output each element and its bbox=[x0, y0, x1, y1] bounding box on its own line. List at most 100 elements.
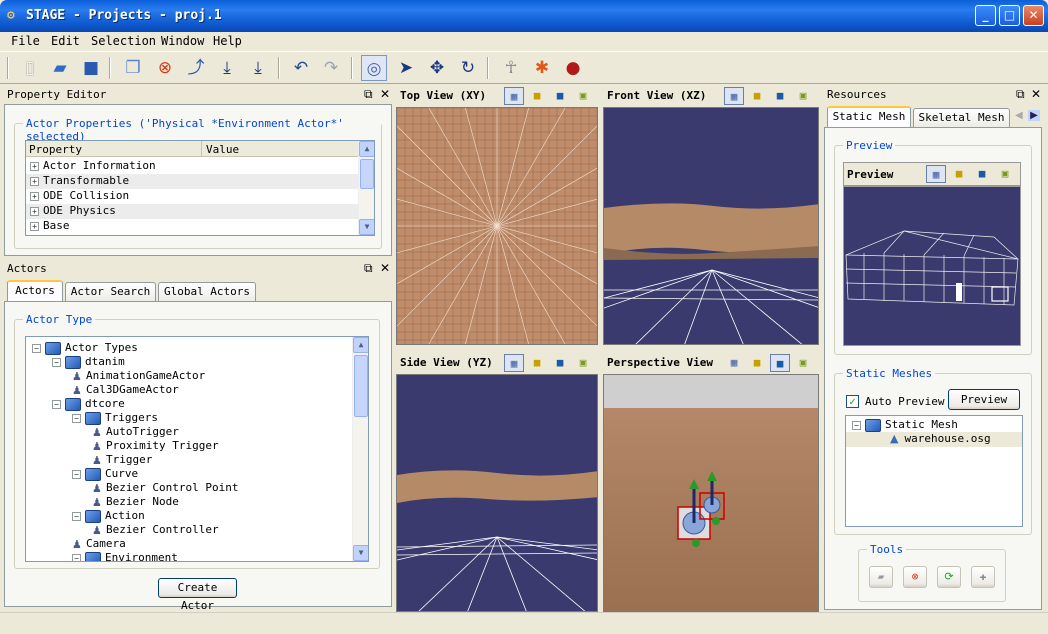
solid-icon[interactable]: ■ bbox=[550, 87, 570, 105]
delete-mesh-icon[interactable]: ⊗ bbox=[903, 566, 927, 588]
scroll-down-icon[interactable]: ▼ bbox=[353, 545, 368, 561]
solid-icon[interactable]: ■ bbox=[550, 354, 570, 372]
perspective-view-viewport[interactable] bbox=[603, 374, 819, 612]
scroll-up-icon[interactable]: ▲ bbox=[353, 337, 368, 353]
close-icon[interactable]: ✕ bbox=[1031, 87, 1041, 101]
rotate-tool-icon[interactable]: ↻ bbox=[455, 55, 481, 81]
menu-file[interactable]: File bbox=[11, 34, 40, 48]
particles-icon[interactable]: ✱ bbox=[529, 55, 555, 81]
textured-icon[interactable]: ■ bbox=[527, 87, 547, 105]
combined-icon[interactable]: ▣ bbox=[995, 165, 1015, 183]
actor-tree-scrollbar[interactable]: ▲ ▼ bbox=[352, 337, 368, 561]
tree-item-static-mesh[interactable]: − Static Mesh bbox=[846, 418, 1022, 433]
combined-icon[interactable]: ▣ bbox=[793, 354, 813, 372]
tree-actor-item[interactable]: ♟ Camera bbox=[26, 537, 352, 552]
minimize-button[interactable]: _ bbox=[975, 5, 996, 26]
tree-item-warehouse[interactable]: ▲ warehouse.osg bbox=[846, 432, 1022, 447]
collapse-icon[interactable]: − bbox=[52, 399, 61, 409]
tree-actor-item[interactable]: ♟ Trigger bbox=[26, 453, 352, 468]
close-icon[interactable]: ✕ bbox=[380, 261, 390, 275]
ground-clamp-all-icon[interactable]: ⤓ bbox=[245, 55, 271, 81]
combined-icon[interactable]: ▣ bbox=[793, 87, 813, 105]
skeleton-icon[interactable]: ☥ bbox=[498, 55, 524, 81]
combined-icon[interactable]: ▣ bbox=[573, 354, 593, 372]
solid-icon[interactable]: ■ bbox=[770, 87, 790, 105]
tree-actor-item[interactable]: ♟ Bezier Controller bbox=[26, 523, 352, 538]
ground-clamp-icon[interactable]: ⤓ bbox=[214, 55, 240, 81]
select-arrow-icon[interactable]: ➤ bbox=[393, 55, 419, 81]
tree-folder-item[interactable]: − Action bbox=[26, 509, 352, 524]
table-row[interactable]: + Transformable bbox=[26, 174, 360, 189]
preview-button[interactable]: Preview bbox=[948, 389, 1020, 410]
tab-scroll-right-icon[interactable]: ▶ bbox=[1028, 110, 1040, 121]
collapse-icon[interactable]: − bbox=[52, 357, 61, 367]
tab-skeletal-mesh[interactable]: Skeletal Mesh bbox=[913, 108, 1010, 128]
textured-icon[interactable]: ■ bbox=[747, 354, 767, 372]
menu-window[interactable]: Window bbox=[161, 34, 204, 48]
collapse-icon[interactable]: − bbox=[72, 413, 81, 423]
new-file-icon[interactable]: ▯ bbox=[17, 55, 43, 81]
refresh-icon[interactable]: ⟳ bbox=[937, 566, 961, 588]
open-folder-icon[interactable]: ▰ bbox=[869, 566, 893, 588]
tree-folder-item[interactable]: − Triggers bbox=[26, 411, 352, 426]
float-icon[interactable]: ⧉ bbox=[1016, 87, 1025, 102]
float-icon[interactable]: ⧉ bbox=[364, 87, 373, 102]
solid-icon[interactable]: ■ bbox=[972, 165, 992, 183]
redo-icon[interactable]: ↷ bbox=[318, 55, 344, 81]
collapse-icon[interactable]: − bbox=[72, 511, 81, 521]
delete-icon[interactable]: ⊗ bbox=[152, 55, 178, 81]
auto-preview-checkbox[interactable]: ✓ bbox=[846, 395, 859, 408]
tree-actor-item[interactable]: ♟ Bezier Node bbox=[26, 495, 352, 510]
table-row[interactable]: + Base bbox=[26, 219, 360, 234]
tree-actor-item[interactable]: ♟ AutoTrigger bbox=[26, 425, 352, 440]
tab-scroll-left-icon[interactable]: ◀ bbox=[1015, 110, 1023, 121]
mesh-preview-viewport[interactable] bbox=[843, 186, 1021, 346]
tree-folder-item[interactable]: − Actor Types bbox=[26, 341, 352, 356]
front-view-viewport[interactable] bbox=[603, 107, 819, 345]
tree-actor-item[interactable]: ♟ AnimationGameActor bbox=[26, 369, 352, 384]
undo-icon[interactable]: ↶ bbox=[288, 55, 314, 81]
tree-folder-item[interactable]: − dtcore bbox=[26, 397, 352, 412]
scroll-up-icon[interactable]: ▲ bbox=[359, 141, 374, 157]
wireframe-icon[interactable]: ▦ bbox=[724, 354, 744, 372]
textured-icon[interactable]: ■ bbox=[527, 354, 547, 372]
create-actor-button[interactable]: Create Actor bbox=[158, 578, 237, 612]
textured-icon[interactable]: ■ bbox=[949, 165, 969, 183]
maximize-button[interactable]: □ bbox=[999, 5, 1020, 26]
close-icon[interactable]: ✕ bbox=[380, 87, 390, 101]
tab-global-actors[interactable]: Global Actors bbox=[158, 282, 256, 302]
tab-actor-search[interactable]: Actor Search bbox=[65, 282, 156, 302]
import-icon[interactable]: ⤴ bbox=[183, 55, 209, 81]
textured-icon[interactable]: ■ bbox=[747, 87, 767, 105]
top-view-viewport[interactable] bbox=[396, 107, 598, 345]
table-row[interactable]: + ODE Collision bbox=[26, 189, 360, 204]
open-project-icon[interactable]: ▰ bbox=[47, 55, 73, 81]
menu-help[interactable]: Help bbox=[213, 34, 242, 48]
camera-mode-icon[interactable]: ◎ bbox=[361, 55, 387, 81]
combined-icon[interactable]: ▣ bbox=[573, 87, 593, 105]
physics-ball-icon[interactable]: ● bbox=[560, 55, 586, 81]
close-button[interactable]: ✕ bbox=[1023, 5, 1044, 26]
scroll-down-icon[interactable]: ▼ bbox=[359, 219, 374, 235]
float-icon[interactable]: ⧉ bbox=[364, 261, 373, 276]
side-view-viewport[interactable] bbox=[396, 374, 598, 612]
tab-static-mesh[interactable]: Static Mesh bbox=[827, 106, 911, 128]
tree-folder-item[interactable]: − Curve bbox=[26, 467, 352, 482]
scroll-thumb[interactable] bbox=[360, 159, 374, 189]
wireframe-icon[interactable]: ▦ bbox=[724, 87, 744, 105]
scroll-thumb[interactable] bbox=[354, 355, 368, 417]
menu-selection[interactable]: Selection bbox=[91, 34, 156, 48]
tree-actor-item[interactable]: ♟ Bezier Control Point bbox=[26, 481, 352, 496]
copy-icon[interactable]: ❐ bbox=[120, 55, 146, 81]
property-scrollbar[interactable]: ▲ ▼ bbox=[358, 141, 374, 235]
table-row[interactable]: + Actor Information bbox=[26, 159, 360, 174]
add-icon[interactable]: ✚ bbox=[971, 566, 995, 588]
solid-icon[interactable]: ■ bbox=[770, 354, 790, 372]
table-row[interactable]: + ODE Physics bbox=[26, 204, 360, 219]
save-icon[interactable]: ■ bbox=[78, 55, 104, 81]
tree-actor-item[interactable]: ♟ Cal3DGameActor bbox=[26, 383, 352, 398]
wireframe-icon[interactable]: ▦ bbox=[504, 87, 524, 105]
tree-folder-item[interactable]: − Environment bbox=[26, 551, 352, 561]
wireframe-icon[interactable]: ▦ bbox=[926, 165, 946, 183]
move-tool-icon[interactable]: ✥ bbox=[424, 55, 450, 81]
